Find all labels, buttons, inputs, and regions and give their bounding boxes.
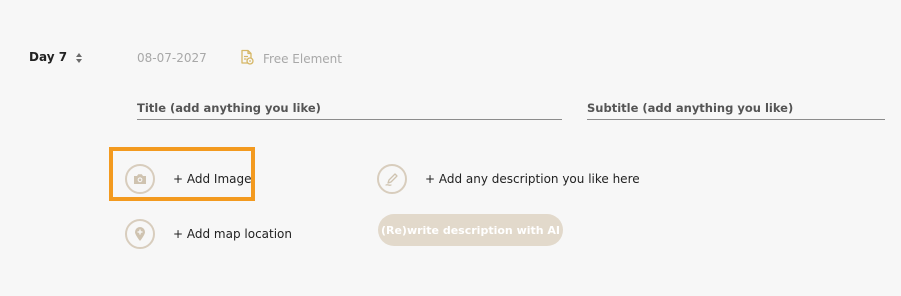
day-date: 08-07-2027 [137,51,207,65]
element-type-label: Free Element [263,52,342,66]
stepper-up-icon[interactable] [76,53,82,57]
subtitle-input[interactable] [587,101,885,115]
day-stepper[interactable] [74,49,84,67]
add-image-button[interactable]: + Add Image [125,164,252,194]
add-description-button[interactable]: + Add any description you like here [377,164,640,194]
pencil-icon [377,164,407,194]
add-description-label: + Add any description you like here [425,172,640,186]
add-image-label: + Add Image [173,172,252,186]
stepper-down-icon[interactable] [76,59,82,63]
title-input[interactable] [137,101,562,115]
subtitle-field[interactable] [587,97,885,120]
map-pin-icon [125,219,155,249]
title-field[interactable] [137,97,562,120]
day-label: Day 7 [29,50,68,64]
rewrite-with-ai-button[interactable]: (Re)write description with AI [378,214,563,246]
camera-icon [125,164,155,194]
add-map-label: + Add map location [173,227,293,241]
document-settings-icon [239,49,255,69]
element-type-selector[interactable]: Free Element [239,49,342,69]
add-map-location-button[interactable]: + Add map location [125,219,292,249]
